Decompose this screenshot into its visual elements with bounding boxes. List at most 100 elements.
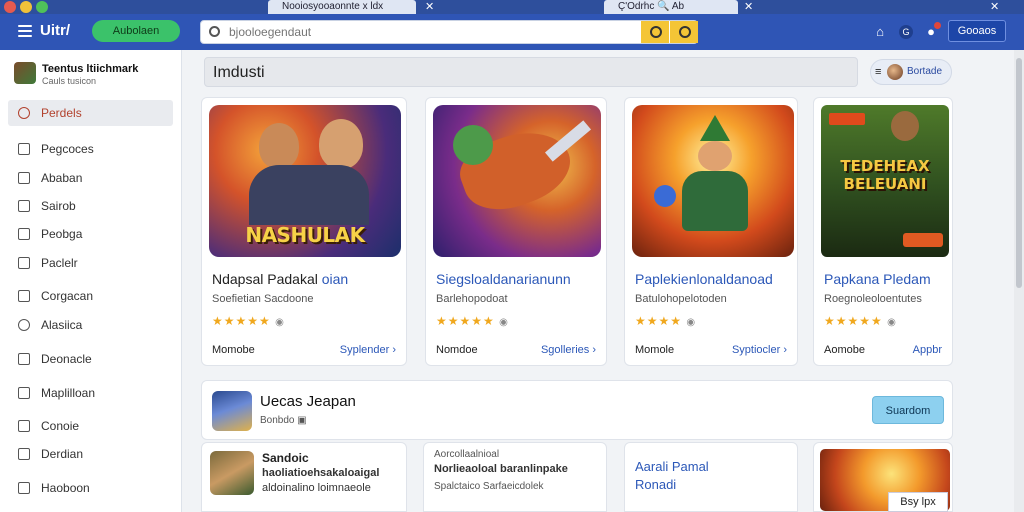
mini-card-line: Spalctaico Sarfaeicdolek [434, 481, 544, 492]
game-details-link[interactable]: Appbr [913, 344, 942, 356]
sidebar-profile[interactable]: Teentus ltiichmark Cauls tusicon [14, 62, 174, 92]
sidebar-item-11[interactable]: Derdian [8, 441, 173, 467]
game-footer-label: Momole [635, 344, 675, 356]
browser-tab-bar: Nooiosyooaonnte x ldx ✕ Ç'Odrhc 🔍 Ab ✕ ✕ [0, 0, 1024, 14]
game-details-link[interactable]: Sgolleries › [541, 344, 596, 356]
rating-stars: ★★★★ [635, 314, 683, 328]
minimize-window-button[interactable] [20, 1, 32, 13]
sidebar-item-7[interactable]: Alasiica [8, 312, 173, 338]
game-card[interactable]: Siegsloaldanarianunn Barlehopodoat ★★★★★… [425, 97, 607, 366]
maximize-window-button[interactable] [36, 1, 48, 13]
mini-card[interactable]: Aorcollaalnioal Norlieaoloal baranlinpak… [423, 442, 607, 512]
header-cta-button[interactable]: Gooaos [948, 20, 1006, 42]
mini-card-title: Sandoic [262, 451, 309, 465]
sidebar-item-1[interactable]: Pegcoces [8, 136, 173, 162]
game-footer-label: Momobe [212, 344, 255, 356]
sidebar-item-3[interactable]: Sairob [8, 193, 173, 219]
sidebar-item-9[interactable]: Maplilloan [8, 380, 173, 406]
mini-card[interactable]: Aarali Pamal Ronadi [624, 442, 798, 512]
page-scrollbar[interactable] [1014, 50, 1024, 512]
featured-banner: Uecas Jeapan Bonbdo ▣ Suardom [201, 380, 953, 440]
game-title[interactable]: Ndapsal Padakal oian [212, 271, 348, 287]
sidebar-item-0[interactable]: Perdels [8, 100, 173, 126]
game-subtitle: Barlehopodoat [436, 293, 508, 305]
mini-card-line: Norlieaoloal baranlinpake [434, 463, 568, 475]
avatar [14, 62, 36, 84]
sidebar-item-label: Deonacle [41, 352, 92, 366]
hamburger-menu-icon[interactable] [18, 25, 32, 37]
rating-stars: ★★★★★ [824, 314, 883, 328]
sidebar-item-label: Paclelr [41, 256, 78, 270]
game-details-link[interactable]: Syptiocler › [732, 344, 787, 356]
rating-info-icon: ◉ [499, 317, 509, 328]
sidebar-item-label: Ababan [41, 171, 83, 185]
mini-card-thumbnail [210, 451, 254, 495]
person-icon [18, 107, 30, 119]
game-art-title: TEDEHEAX BELEUANI [840, 157, 930, 193]
game-title[interactable]: Paplekienlonaldanoad [635, 271, 773, 287]
rating-stars: ★★★★★ [436, 314, 495, 328]
browser-tab-2[interactable]: Ç'Odrhc 🔍 Ab [604, 0, 738, 14]
controller-icon [18, 257, 30, 269]
section-header: Imdusti [204, 57, 858, 87]
character-figure [682, 171, 748, 231]
play-badge[interactable] [903, 233, 943, 247]
search-button[interactable] [641, 21, 669, 43]
sidebar: Teentus ltiichmark Cauls tusicon Perdels… [0, 50, 182, 512]
sidebar-item-12[interactable]: Haoboon [8, 475, 173, 501]
scrollbar-thumb[interactable] [1016, 58, 1022, 288]
close-tab-icon[interactable]: ✕ [744, 0, 753, 14]
star-rating: ★★★★ ◉ [635, 314, 696, 328]
sidebar-item-2[interactable]: Ababan [8, 165, 173, 191]
sidebar-item-label: Perdels [41, 106, 82, 120]
search-icon [209, 26, 220, 37]
game-title[interactable]: Papkana Pledam [824, 271, 931, 287]
game-title[interactable]: Siegsloaldanarianunn [436, 271, 571, 287]
image-icon [18, 482, 30, 494]
character-figure [698, 141, 732, 171]
mini-card-line: haoliatioehsakaloaigal [262, 467, 380, 479]
featured-action-button[interactable]: Suardom [872, 396, 944, 424]
image-icon [18, 172, 30, 184]
character-figure [700, 115, 730, 141]
sidebar-item-10[interactable]: Conoie [8, 413, 173, 439]
globe-icon[interactable]: G [899, 25, 913, 39]
browser-tab-1[interactable]: Nooiosyooaonnte x ldx [268, 0, 416, 14]
search-button-secondary[interactable] [670, 21, 698, 43]
sidebar-item-6[interactable]: Corgacan [8, 283, 173, 309]
game-card[interactable]: Paplekienlonaldanoad Batulohopelotoden ★… [624, 97, 798, 366]
game-card[interactable]: NASHULAK Ndapsal Padakal oian Soefietian… [201, 97, 407, 366]
home-icon [18, 420, 30, 432]
featured-subtitle-text: Bonbdo [260, 415, 295, 426]
sidebar-item-label: Alasiica [41, 318, 83, 332]
window-close-icon[interactable]: ✕ [990, 0, 999, 14]
mini-card-badge[interactable]: Bsy lpx [888, 492, 948, 512]
game-card[interactable]: TEDEHEAX BELEUANI Papkana Pledam Roegnol… [813, 97, 953, 366]
character-figure [249, 165, 369, 225]
tab-label: Ç'Odrhc 🔍 Ab [618, 1, 685, 12]
featured-thumbnail [212, 391, 252, 431]
user-pill[interactable]: ≡ Bortade [870, 59, 952, 85]
character-figure [453, 125, 493, 165]
sidebar-item-label: Haoboon [41, 481, 90, 495]
game-card-art: NASHULAK [209, 105, 401, 257]
close-window-button[interactable] [4, 1, 16, 13]
game-details-link[interactable]: Syplender › [340, 344, 396, 356]
image-icon: ▣ [297, 415, 307, 426]
home-icon[interactable]: ⌂ [873, 25, 887, 39]
search-input[interactable] [229, 21, 639, 43]
brand-pill-button[interactable]: Aubolaen [92, 20, 180, 42]
sidebar-item-5[interactable]: Paclelr [8, 250, 173, 276]
close-tab-icon[interactable]: ✕ [425, 0, 434, 14]
sidebar-item-8[interactable]: Deonacle [8, 346, 173, 372]
character-figure [654, 185, 676, 207]
edit-icon [18, 448, 30, 460]
rating-info-icon: ◉ [275, 317, 285, 328]
mini-card-line: Ronadi [635, 477, 677, 492]
sidebar-item-label: Peobga [41, 227, 83, 241]
rating-info-icon: ◉ [686, 317, 697, 328]
sidebar-item-4[interactable]: Peobga [8, 221, 173, 247]
brand-logo[interactable]: Uitr/ [40, 22, 70, 39]
mini-card[interactable]: Sandoic haoliatioehsakaloaigal aldoinali… [201, 442, 407, 512]
game-footer-label: Nomdoe [436, 344, 478, 356]
